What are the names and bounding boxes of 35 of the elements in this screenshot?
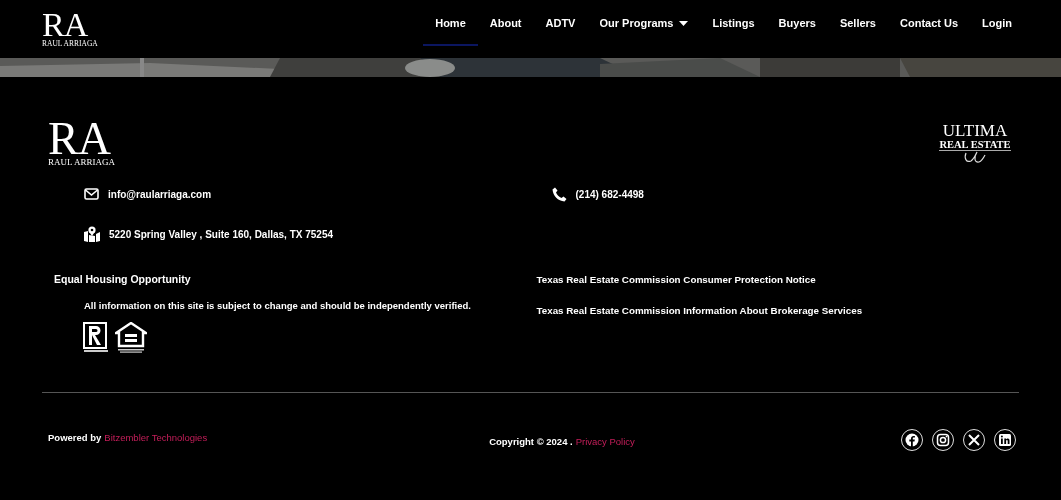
nav-link[interactable]: Login bbox=[970, 2, 1024, 46]
nav-link[interactable]: Contact Us bbox=[888, 2, 971, 46]
logo-monogram: RA bbox=[42, 10, 88, 39]
credit-label: Powered by bbox=[48, 431, 102, 443]
phone-number: (214) 682-4498 bbox=[575, 188, 644, 200]
nav-link[interactable]: Our Programs bbox=[587, 2, 701, 46]
instagram-icon bbox=[936, 433, 950, 447]
equal-housing-icon bbox=[115, 322, 147, 353]
nav-link[interactable]: Sellers bbox=[827, 2, 888, 46]
address: 5220 Spring Valley , Suite 160, Dallas, TX 75254 bbox=[109, 228, 333, 240]
notice-link[interactable]: Texas Real Estate Commission Consumer Protection Notice bbox=[536, 274, 1019, 285]
credit-link[interactable]: Bitzembler Technologies bbox=[104, 431, 208, 443]
disclaimer-text: All information on this site is subject to change and should be independently verified. bbox=[84, 300, 472, 311]
notice-link[interactable]: Texas Real Estate Commission Information About Brokerage Services bbox=[536, 305, 1019, 316]
nav-link[interactable]: ADTV bbox=[533, 2, 588, 46]
email-address: info@raularriaga.com bbox=[108, 188, 212, 200]
logo-name: RAUL ARRIAGA bbox=[48, 157, 115, 167]
facebook-icon bbox=[905, 433, 919, 447]
logo-text: ULTIMA bbox=[942, 123, 1008, 139]
envelope-icon bbox=[84, 188, 99, 200]
map-pin-icon bbox=[84, 226, 100, 242]
nav-link[interactable]: Listings bbox=[700, 2, 767, 46]
realtor-logo-icon bbox=[83, 322, 109, 353]
logo-text: REAL ESTATE bbox=[939, 139, 1011, 151]
x-icon bbox=[967, 433, 981, 447]
nav-link[interactable]: Buyers bbox=[766, 2, 828, 46]
heading: Equal Housing Opportunity bbox=[54, 273, 192, 287]
caret-icon bbox=[679, 20, 689, 26]
phone-icon bbox=[551, 186, 567, 202]
copyright-text: Copyright © 2024 . bbox=[489, 435, 573, 447]
linkedin-icon bbox=[998, 433, 1012, 447]
nav-link[interactable]: About bbox=[477, 2, 534, 46]
nav-link[interactable]: Home bbox=[423, 2, 478, 46]
logo-monogram: RA bbox=[48, 121, 110, 157]
privacy-link[interactable]: Privacy Policy bbox=[575, 435, 635, 447]
